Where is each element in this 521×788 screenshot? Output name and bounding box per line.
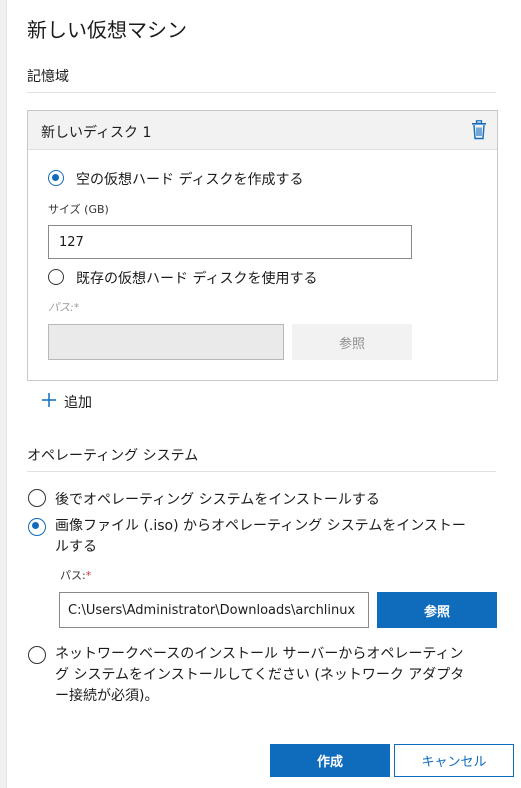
storage-section-label: 記憶域 <box>27 69 69 85</box>
iso-path-label-text: パス: <box>60 569 86 582</box>
disk-path-label: パス:* <box>48 301 80 314</box>
disk-header-title: 新しいディスク 1 <box>41 125 152 141</box>
dialog-title: 新しい仮想マシン <box>27 18 187 42</box>
iso-label-line-2: ルする <box>55 539 97 555</box>
iso-path-input[interactable]: C:\Users\Administrator\Downloads\archlin… <box>59 592 369 628</box>
network-label-line-3: ー接続が必須)。 <box>55 688 159 704</box>
radio-use-existing-disk-label: 既存の仮想ハード ディスクを使用する <box>76 271 318 287</box>
network-label-line-2: グ システムをインストールしてください (ネットワーク アダプタ <box>55 667 465 683</box>
disk-header: 新しいディスク 1 <box>28 111 497 150</box>
network-label-line-1: ネットワークベースのインストール サーバーからオペレーティン <box>55 646 464 662</box>
radio-install-later-label: 後でオペレーティング システムをインストールする <box>55 492 380 508</box>
radio-install-from-network[interactable] <box>28 646 46 664</box>
disk-browse-button[interactable]: 参照 <box>292 324 412 360</box>
radio-install-from-network-label: ネットワークベースのインストール サーバーからオペレーティン グ システムをイン… <box>55 644 464 707</box>
os-section-label: オペレーティング システム <box>27 448 199 464</box>
radio-install-later[interactable] <box>28 489 46 507</box>
add-icon[interactable] <box>41 392 57 408</box>
radio-create-new-disk-label: 空の仮想ハード ディスクを作成する <box>76 172 304 188</box>
iso-path-label: パス:* <box>60 567 91 583</box>
create-button[interactable]: 作成 <box>270 744 390 777</box>
cancel-button[interactable]: キャンセル <box>394 744 514 777</box>
required-marker: * <box>85 569 92 582</box>
size-input[interactable]: 127 <box>48 225 412 259</box>
storage-divider <box>27 92 496 93</box>
radio-create-new-disk[interactable] <box>48 170 64 186</box>
trash-icon[interactable] <box>470 120 488 140</box>
radio-install-from-iso[interactable] <box>28 518 46 536</box>
disk-path-input[interactable] <box>48 324 284 360</box>
iso-browse-button[interactable]: 参照 <box>377 592 497 628</box>
add-disk-link[interactable]: 追加 <box>64 392 92 412</box>
radio-install-from-iso-label: 画像ファイル (.iso) からオペレーティング システムをインストー ルする <box>55 516 466 558</box>
left-panel-edge <box>0 0 7 788</box>
os-divider <box>27 471 496 472</box>
radio-use-existing-disk[interactable] <box>48 269 64 285</box>
size-label: サイズ (GB) <box>48 203 109 216</box>
iso-label-line-1: 画像ファイル (.iso) からオペレーティング システムをインストー <box>55 518 466 534</box>
